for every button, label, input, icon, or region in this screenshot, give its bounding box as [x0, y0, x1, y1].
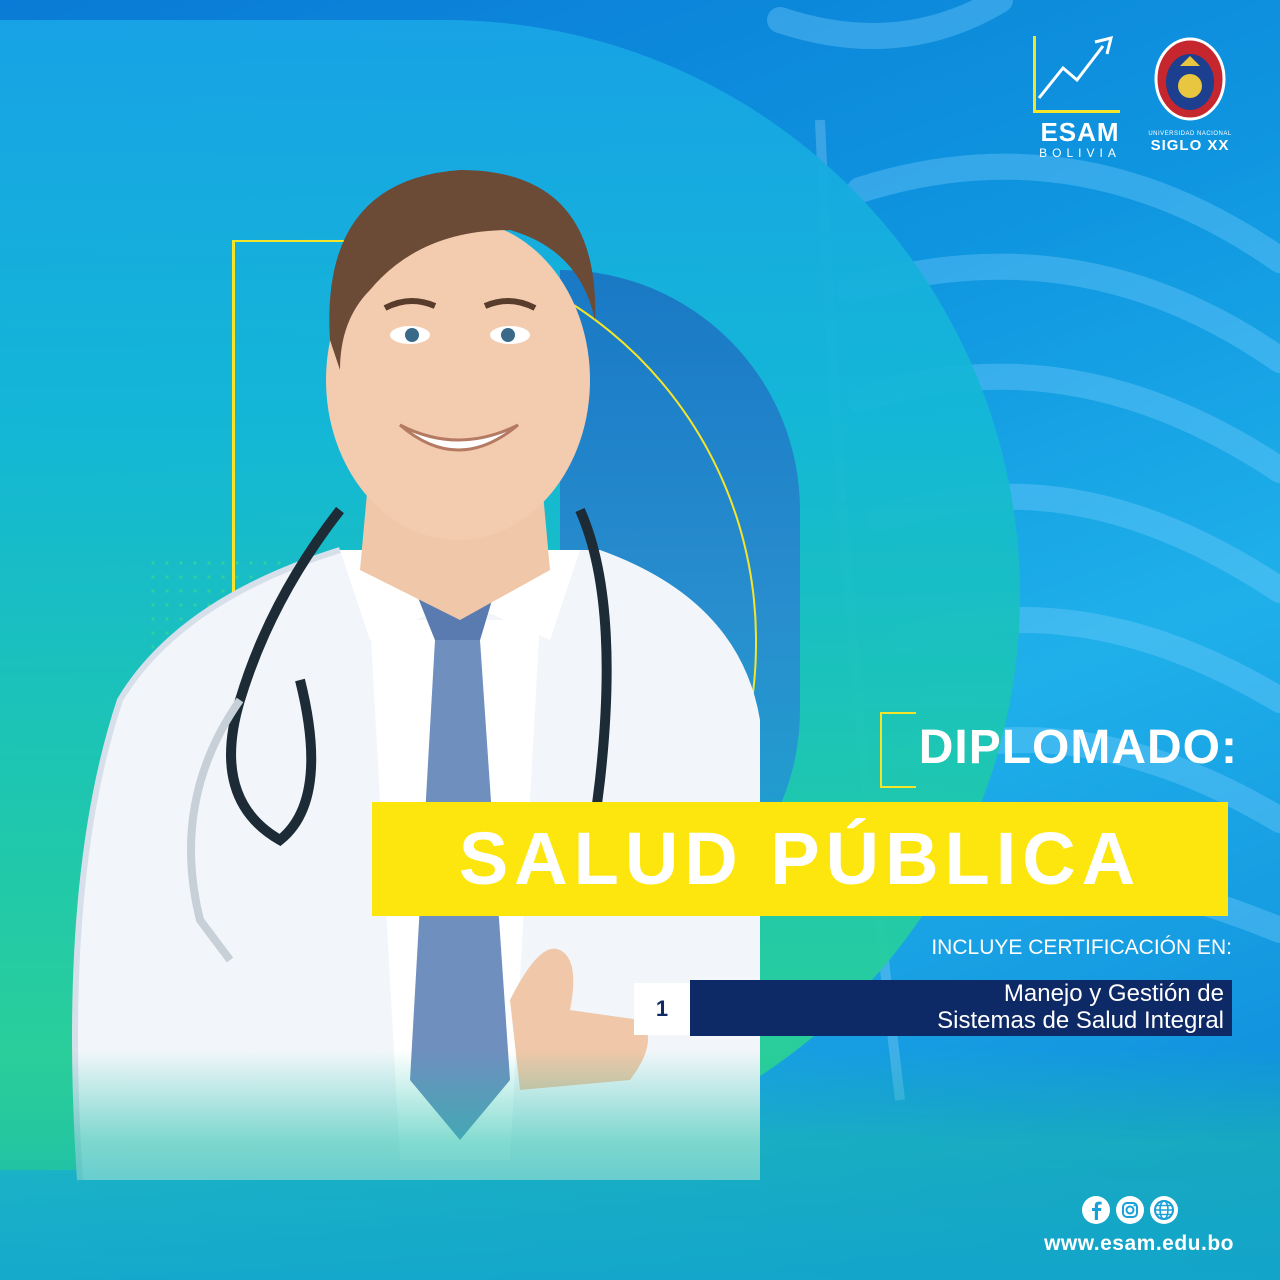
esam-country: BOLIVIA	[1039, 146, 1121, 160]
university-logo: UNIVERSIDAD NACIONAL SIGLO XX	[1140, 36, 1240, 154]
certification-line-1: Manejo y Gestión de	[1003, 980, 1224, 1007]
website-link[interactable]: www.esam.edu.bo	[1044, 1232, 1234, 1256]
certification-heading: INCLUYE CERTIFICACIÓN EN:	[931, 936, 1232, 959]
program-title: SALUD PÚBLICA	[458, 817, 1142, 900]
certification-number: 1	[634, 983, 690, 1035]
instagram-icon[interactable]	[1116, 1196, 1144, 1224]
esam-name: ESAM	[1040, 117, 1120, 147]
certification-label: Manejo y Gestión de Sistemas de Salud In…	[937, 980, 1224, 1034]
esam-logo: ESAM BOLIVIA	[1030, 35, 1130, 160]
doctor-image	[72, 170, 760, 1181]
social-links	[1082, 1196, 1178, 1224]
poster: ESAM BOLIVIA UNIVERSIDAD NACIONAL SIGLO …	[0, 0, 1280, 1280]
certification-line-2: Sistemas de Salud Integral	[937, 1007, 1224, 1034]
program-kind: DIPLOMADO:	[918, 721, 1238, 774]
title-banner: SALUD PÚBLICA	[372, 802, 1228, 916]
globe-icon[interactable]	[1150, 1196, 1178, 1224]
title-frame	[880, 712, 916, 788]
growth-chart-icon	[1033, 35, 1120, 113]
university-name: SIGLO XX	[1150, 137, 1230, 154]
university-seal-icon	[1154, 37, 1226, 121]
certification-bar: Manejo y Gestión de Sistemas de Salud In…	[690, 980, 1232, 1036]
facebook-icon[interactable]	[1082, 1196, 1110, 1224]
